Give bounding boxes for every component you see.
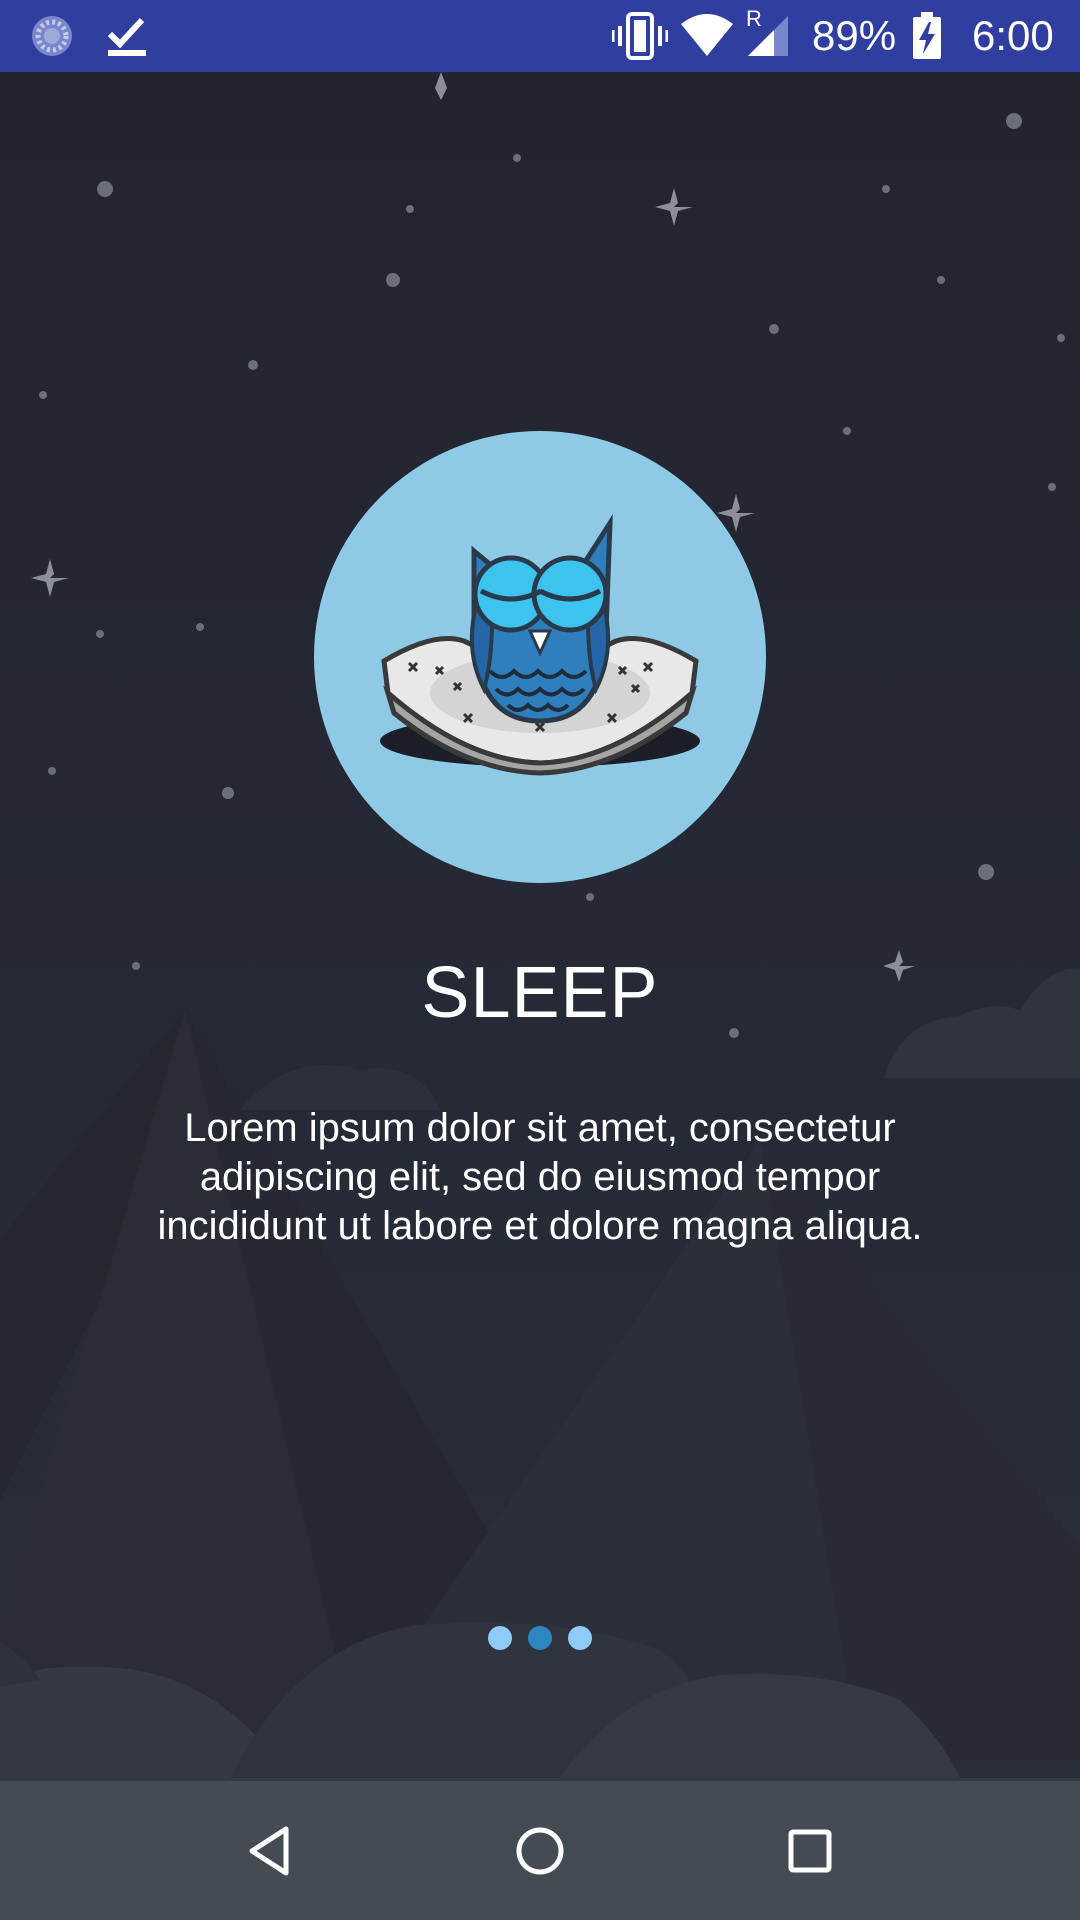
back-button[interactable] <box>228 1809 312 1893</box>
clock-time: 6:00 <box>972 12 1054 59</box>
sleeping-owl-illustration <box>314 431 766 883</box>
home-icon <box>516 1827 564 1875</box>
vibrate-icon <box>611 12 669 65</box>
battery-charging-icon <box>912 12 942 65</box>
page-dot[interactable] <box>568 1626 592 1650</box>
roaming-badge: R <box>746 6 762 31</box>
wifi-icon <box>680 12 734 63</box>
onboarding-title: SLEEP <box>421 953 659 1033</box>
page-dot[interactable] <box>488 1626 512 1650</box>
recents-icon <box>788 1829 832 1873</box>
sync-spinner-icon <box>30 14 74 63</box>
page-dot-active[interactable] <box>528 1626 552 1650</box>
night-sky-background <box>0 72 1080 1778</box>
download-complete-icon <box>106 14 148 63</box>
battery-percent: 89% <box>812 12 897 59</box>
system-navigation-bar <box>0 1778 1080 1920</box>
status-bar: R 89% 6:00 <box>0 0 1080 72</box>
onboarding-screen: R 89% 6:00 SLEEP Lorem ipsum dolor sit a… <box>0 0 1080 1920</box>
recents-button[interactable] <box>768 1809 852 1893</box>
home-button[interactable] <box>498 1809 582 1893</box>
back-icon <box>249 1826 289 1876</box>
page-indicator <box>0 1626 1080 1652</box>
onboarding-description: Lorem ipsum dolor sit amet, consectetur … <box>157 1106 923 1248</box>
